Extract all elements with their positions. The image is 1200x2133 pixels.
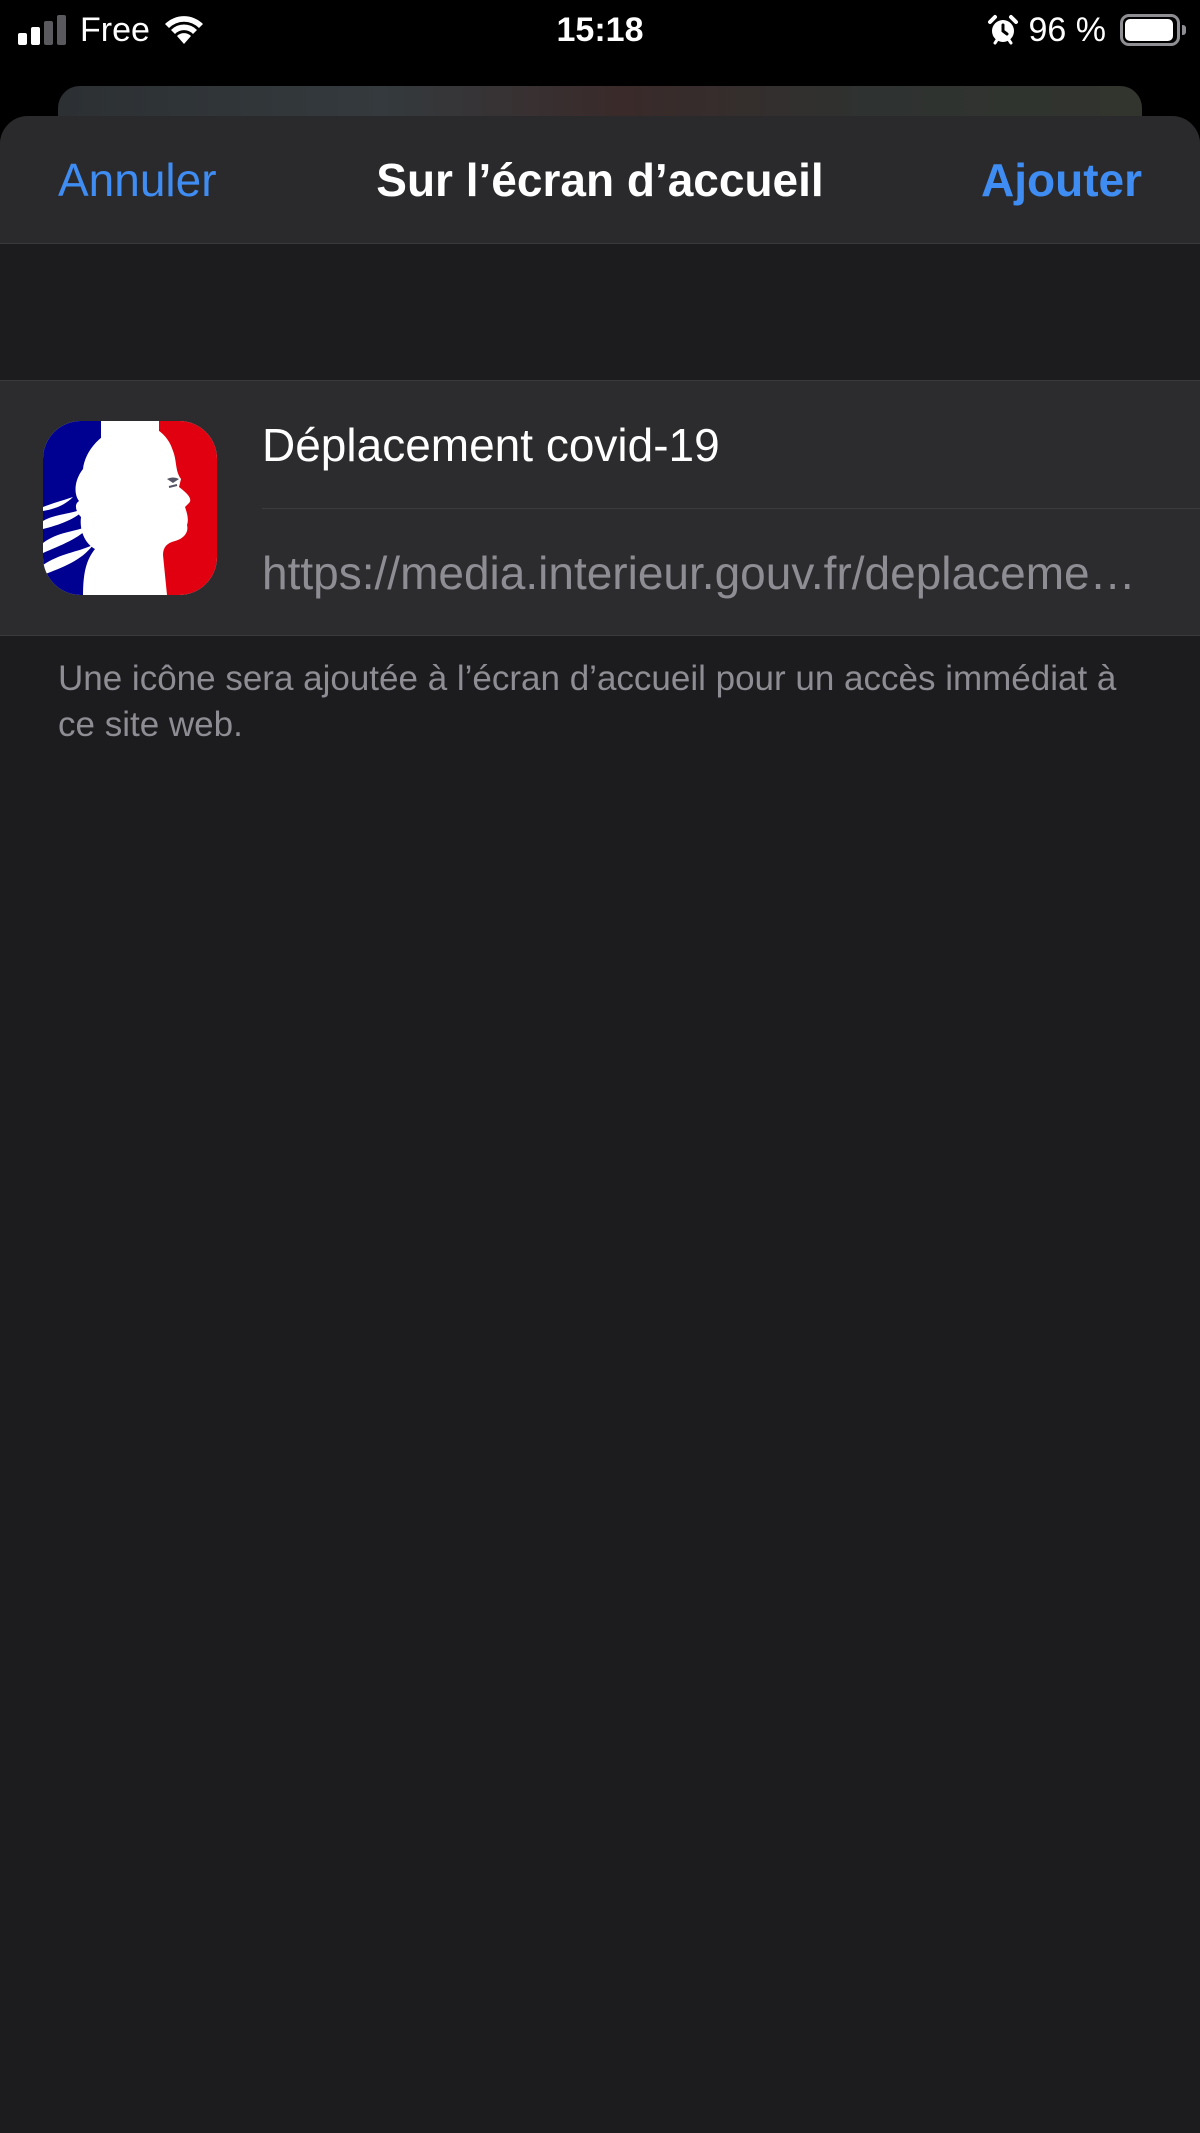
add-to-home-sheet: Annuler Sur l’écran d’accueil Ajouter Dé… bbox=[0, 116, 1200, 2133]
battery-icon bbox=[1120, 14, 1186, 46]
status-right: 96 % bbox=[987, 8, 1186, 52]
battery-percent: 96 % bbox=[1028, 10, 1107, 49]
alarm-icon bbox=[987, 15, 1018, 45]
marianne-logo-icon bbox=[43, 421, 217, 595]
navigation-bar: Annuler Sur l’écran d’accueil Ajouter bbox=[0, 116, 1200, 244]
bookmark-name-field[interactable]: Déplacement covid-19 bbox=[262, 381, 1200, 509]
help-text: Une icône sera ajoutée à l’écran d’accue… bbox=[58, 659, 1117, 744]
bookmark-card: Déplacement covid-19 https://media.inter… bbox=[0, 380, 1200, 636]
cancel-button[interactable]: Annuler bbox=[58, 116, 217, 244]
bookmark-url: https://media.interieur.gouv.fr/deplacem… bbox=[262, 547, 1142, 599]
add-button[interactable]: Ajouter bbox=[981, 116, 1142, 244]
screen: Free 15:18 96 % Annuler Sur l’écran d’ac… bbox=[0, 0, 1200, 2133]
status-bar: Free 15:18 96 % bbox=[0, 0, 1200, 60]
